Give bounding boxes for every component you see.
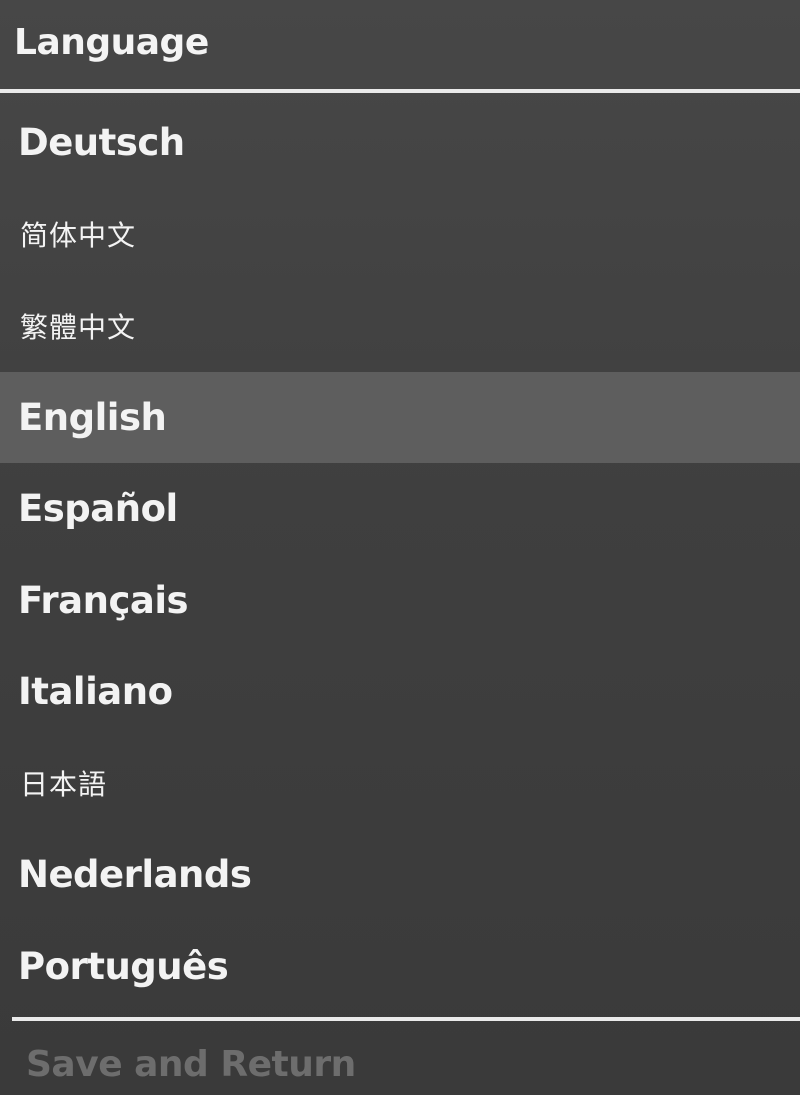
language-settings-screen: Language Deutsch 简体中文 繁體中文 English Españ…: [0, 0, 800, 1095]
header-divider: [0, 89, 800, 93]
language-option-portugues[interactable]: Português: [0, 921, 800, 1013]
language-option-japanese[interactable]: 日本語: [0, 738, 800, 830]
language-option-traditional-chinese[interactable]: 繁體中文: [0, 280, 800, 372]
page-title: Language: [14, 22, 209, 63]
language-option-english[interactable]: English: [0, 371, 800, 463]
save-and-return-button[interactable]: Save and Return: [26, 1044, 356, 1085]
language-option-simplified-chinese[interactable]: 简体中文: [0, 189, 800, 281]
language-option-espanol[interactable]: Español: [0, 463, 800, 555]
footer-divider: [12, 1017, 800, 1021]
language-option-italiano[interactable]: Italiano: [0, 646, 800, 738]
language-option-francais[interactable]: Français: [0, 555, 800, 647]
language-list: Deutsch 简体中文 繁體中文 English Español França…: [0, 97, 800, 1012]
language-option-deutsch[interactable]: Deutsch: [0, 97, 800, 189]
language-option-nederlands[interactable]: Nederlands: [0, 829, 800, 921]
